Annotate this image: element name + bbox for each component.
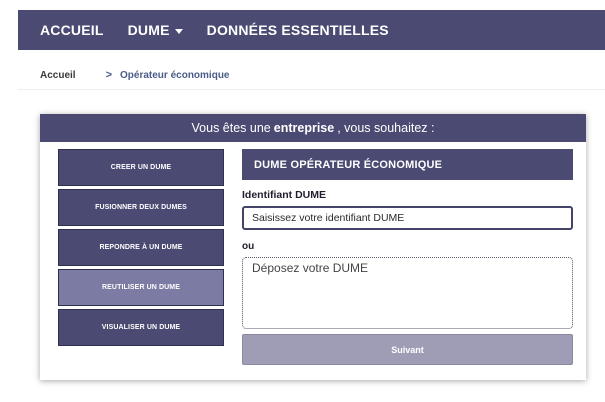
nav-accueil-label: ACCUEIL xyxy=(40,22,104,38)
next-button[interactable]: Suivant xyxy=(242,334,573,365)
operator-panel: DUME OPÉRATEUR ÉCONOMIQUE Identifiant DU… xyxy=(242,149,573,365)
card-header: Vous êtes une entreprise , vous souhaite… xyxy=(40,114,586,142)
nav-dume-label: DUME xyxy=(127,22,170,38)
caret-down-icon xyxy=(174,28,183,34)
breadcrumb: Accueil > Opérateur économique xyxy=(40,69,229,81)
nav-donnees-label: DONNÉES ESSENTIELLES xyxy=(206,22,389,38)
dume-dropzone[interactable]: Déposez votre DUME xyxy=(242,257,573,329)
card-header-suffix: , vous souhaitez : xyxy=(337,121,435,135)
dume-id-label: Identifiant DUME xyxy=(242,189,326,201)
panel-title: DUME OPÉRATEUR ÉCONOMIQUE xyxy=(242,149,573,180)
action-card: Vous êtes une entreprise , vous souhaite… xyxy=(40,114,586,380)
or-separator: ou xyxy=(242,241,255,252)
merge-dumes-button[interactable]: FUSIONNER DEUX DUMES xyxy=(58,189,224,226)
breadcrumb-home-link[interactable]: Accueil xyxy=(40,70,76,81)
card-header-strong: entreprise xyxy=(273,121,335,135)
action-list: CREER UN DUME FUSIONNER DEUX DUMES REPON… xyxy=(58,149,224,349)
nav-donnees-essentielles[interactable]: DONNÉES ESSENTIELLES xyxy=(207,22,389,38)
create-dume-button[interactable]: CREER UN DUME xyxy=(58,149,224,186)
reuse-dume-button[interactable]: REUTILISER UN DUME xyxy=(58,269,224,306)
respond-dume-button[interactable]: REPONDRE À UN DUME xyxy=(58,229,224,266)
dume-id-input[interactable] xyxy=(242,206,573,230)
breadcrumb-divider xyxy=(18,89,605,90)
breadcrumb-current: Opérateur économique xyxy=(120,69,230,81)
top-navigation: ACCUEIL DUME DONNÉES ESSENTIELLES xyxy=(18,10,605,50)
nav-accueil[interactable]: ACCUEIL xyxy=(40,22,104,38)
chevron-right-icon: > xyxy=(105,69,113,81)
card-header-prefix: Vous êtes une xyxy=(191,121,271,135)
nav-dume-dropdown[interactable]: DUME xyxy=(128,22,183,38)
view-dume-button[interactable]: VISUALISER UN DUME xyxy=(58,309,224,346)
